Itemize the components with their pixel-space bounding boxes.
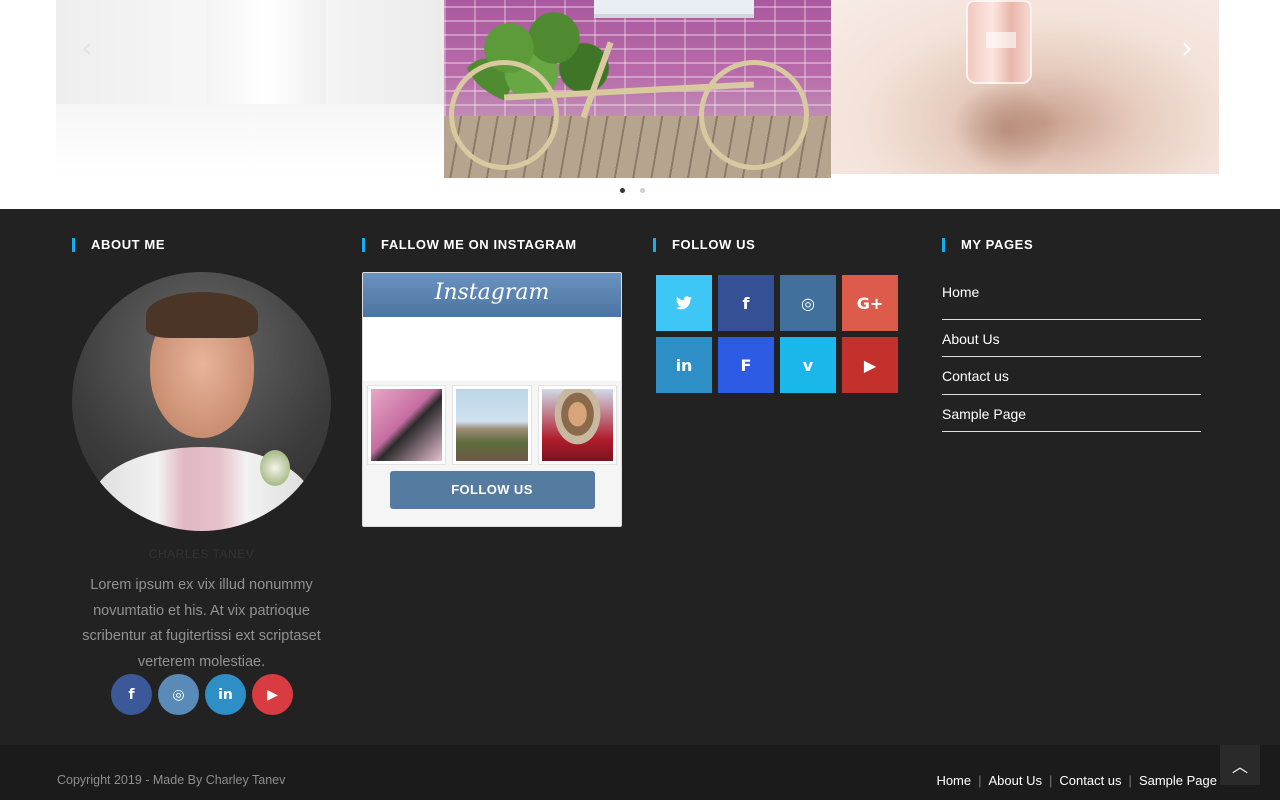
twitter-icon[interactable] bbox=[656, 275, 712, 331]
bottom-link-about-us[interactable]: About Us bbox=[989, 773, 1042, 788]
page-link-about-us[interactable]: About Us bbox=[942, 320, 1201, 357]
follow-us-title: FOLLOW US bbox=[653, 238, 755, 252]
instagram-header: Instagram bbox=[363, 273, 621, 317]
slide-white-room-image[interactable] bbox=[56, 0, 444, 174]
instagram-icon[interactable]: ◎ bbox=[158, 674, 199, 715]
image-carousel: ‹ › bbox=[0, 0, 1280, 209]
bottom-link-contact-us[interactable]: Contact us bbox=[1059, 773, 1121, 788]
foursquare-icon[interactable]: F bbox=[718, 337, 774, 393]
instagram-photo[interactable] bbox=[537, 385, 617, 465]
avatar bbox=[72, 272, 331, 531]
carousel-dot-2[interactable] bbox=[640, 188, 645, 193]
facebook-icon[interactable]: f bbox=[718, 275, 774, 331]
google-plus-icon[interactable]: G+ bbox=[842, 275, 898, 331]
instagram-icon[interactable]: ◎ bbox=[780, 275, 836, 331]
slide-perfume-bottle-image[interactable] bbox=[831, 0, 1219, 174]
page-link-sample-page[interactable]: Sample Page bbox=[942, 395, 1201, 432]
author-bio: Lorem ipsum ex vix illud nonummy novumta… bbox=[82, 577, 321, 670]
bottom-link-home[interactable]: Home bbox=[936, 773, 971, 788]
menu-separator: | bbox=[1049, 773, 1053, 788]
youtube-icon[interactable]: ▶ bbox=[842, 337, 898, 393]
instagram-follow-button[interactable]: FOLLOW US bbox=[389, 471, 595, 509]
chevron-right-icon[interactable]: › bbox=[1172, 34, 1202, 64]
instagram-widget: Instagram FOLLOW US bbox=[362, 272, 622, 527]
about-social-links: f ◎ in ▶ bbox=[111, 674, 293, 715]
bottom-bar: Copyright 2019 - Made By Charley Tanev H… bbox=[0, 745, 1280, 800]
footer-widgets: ABOUT ME CHARLES TANEV Lorem ipsum ex vi… bbox=[0, 209, 1280, 745]
bottom-link-sample-page[interactable]: Sample Page bbox=[1139, 773, 1217, 788]
my-pages-title: MY PAGES bbox=[942, 238, 1033, 252]
carousel-dots bbox=[620, 188, 660, 198]
slide-bicycle-flowers-image[interactable] bbox=[444, 0, 831, 178]
carousel-dot-1[interactable] bbox=[620, 188, 625, 193]
vimeo-icon[interactable]: v bbox=[780, 337, 836, 393]
chevron-left-icon[interactable]: ‹ bbox=[72, 34, 102, 64]
facebook-icon[interactable]: f bbox=[111, 674, 152, 715]
instagram-photos bbox=[363, 381, 621, 465]
page-link-contact-us[interactable]: Contact us bbox=[942, 357, 1201, 395]
youtube-icon[interactable]: ▶ bbox=[252, 674, 293, 715]
author-name: CHARLES TANEV bbox=[148, 547, 255, 561]
back-to-top-button[interactable]: ︿ bbox=[1220, 745, 1260, 785]
about-me-title: ABOUT ME bbox=[72, 238, 165, 252]
menu-separator: | bbox=[978, 773, 982, 788]
linkedin-icon[interactable]: in bbox=[205, 674, 246, 715]
bottom-menu: Home | About Us | Contact us | Sample Pa… bbox=[936, 773, 1217, 788]
instagram-logo: Instagram bbox=[434, 280, 550, 305]
menu-separator: | bbox=[1128, 773, 1132, 788]
chevron-up-icon: ︿ bbox=[1231, 757, 1248, 776]
social-buttons-grid: f ◎ G+ in F v ▶ bbox=[656, 275, 899, 393]
my-pages-list: Home About Us Contact us Sample Page bbox=[942, 282, 1201, 432]
linkedin-icon[interactable]: in bbox=[656, 337, 712, 393]
copyright-text: Copyright 2019 - Made By Charley Tanev bbox=[57, 773, 286, 787]
instagram-photo[interactable] bbox=[367, 385, 447, 465]
instagram-widget-title: FALLOW ME ON INSTAGRAM bbox=[362, 238, 577, 252]
instagram-photo[interactable] bbox=[452, 385, 532, 465]
page-link-home[interactable]: Home bbox=[942, 282, 1201, 320]
